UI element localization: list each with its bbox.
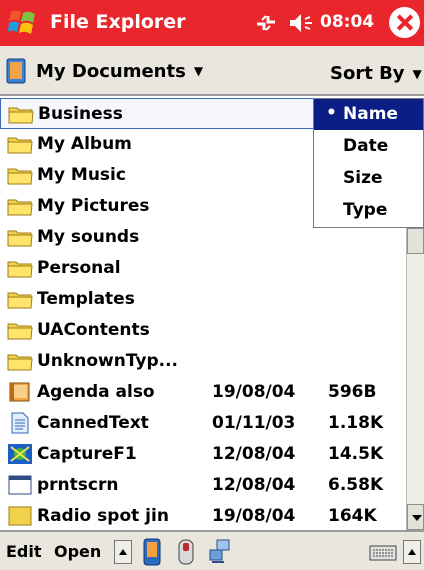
chevron-down-icon: ▼ xyxy=(193,64,204,78)
folder-icon xyxy=(7,230,33,247)
close-button[interactable] xyxy=(389,7,420,38)
folder-icon xyxy=(7,168,33,185)
sort-by-button[interactable]: Sort By ▼ xyxy=(330,63,422,84)
scroll-thumb[interactable] xyxy=(407,228,424,254)
list-item-radio-spot[interactable]: Radio spot jin 19/08/04 164K xyxy=(0,501,406,530)
list-item-agenda-also[interactable]: Agenda also 19/08/04 596B xyxy=(0,377,406,408)
keyboard-icon[interactable] xyxy=(368,538,398,566)
app-title: File Explorer xyxy=(50,11,186,33)
folder-icon xyxy=(7,137,33,154)
open-menu[interactable]: Open xyxy=(54,542,101,561)
navigation-bar: My Documents ▼ Sort By ▼ xyxy=(0,46,424,96)
sort-option-size[interactable]: Size xyxy=(314,163,423,194)
signal-icon[interactable] xyxy=(253,10,279,36)
list-item-uacontents[interactable]: UAContents xyxy=(0,315,406,346)
folder-icon xyxy=(7,261,33,278)
folder-icon xyxy=(7,292,33,309)
sort-menu: • Name Date Size Type xyxy=(313,98,424,228)
sip-arrow-icon[interactable] xyxy=(403,540,421,564)
folder-label: My Documents xyxy=(36,60,186,82)
window-icon xyxy=(8,475,32,495)
speaker-icon[interactable] xyxy=(287,11,317,35)
selected-bullet-icon: • xyxy=(326,103,337,123)
document-icon xyxy=(11,412,29,434)
network-icon[interactable] xyxy=(208,538,232,566)
sort-option-type[interactable]: Type xyxy=(314,195,423,226)
mouse-icon[interactable] xyxy=(174,538,198,566)
media-icon xyxy=(8,506,32,526)
clock[interactable]: 08:04 xyxy=(320,12,374,32)
folder-icon xyxy=(8,107,34,124)
agenda-icon xyxy=(9,382,30,402)
sort-option-date[interactable]: Date xyxy=(314,131,423,162)
windows-start-icon[interactable] xyxy=(8,8,38,38)
folder-dropdown[interactable]: My Documents ▼ xyxy=(6,56,203,86)
up-arrow-icon[interactable] xyxy=(114,540,132,564)
capture-icon xyxy=(8,444,32,464)
list-item-unknowntype[interactable]: UnknownTyp... xyxy=(0,346,406,377)
bottom-toolbar: Edit Open xyxy=(0,530,424,570)
sort-by-label: Sort By xyxy=(330,63,405,84)
folder-icon xyxy=(7,199,33,216)
chevron-down-icon: ▼ xyxy=(412,66,422,81)
my-documents-icon xyxy=(6,58,26,84)
folder-icon xyxy=(7,354,33,371)
scroll-down-button[interactable] xyxy=(407,504,424,530)
list-item-capturef1[interactable]: CaptureF1 12/08/04 14.5K xyxy=(0,439,406,470)
list-item-cannedtext[interactable]: CannedText 01/11/03 1.18K xyxy=(0,408,406,439)
list-item-prntscrn[interactable]: prntscrn 12/08/04 6.58K xyxy=(0,470,406,501)
pda-icon[interactable] xyxy=(140,538,164,566)
edit-menu[interactable]: Edit xyxy=(6,542,42,561)
sort-option-name[interactable]: • Name xyxy=(314,99,423,130)
folder-icon xyxy=(7,323,33,340)
title-bar: File Explorer 08:04 xyxy=(0,0,424,46)
list-item-templates[interactable]: Templates xyxy=(0,284,406,315)
list-item-personal[interactable]: Personal xyxy=(0,253,406,284)
